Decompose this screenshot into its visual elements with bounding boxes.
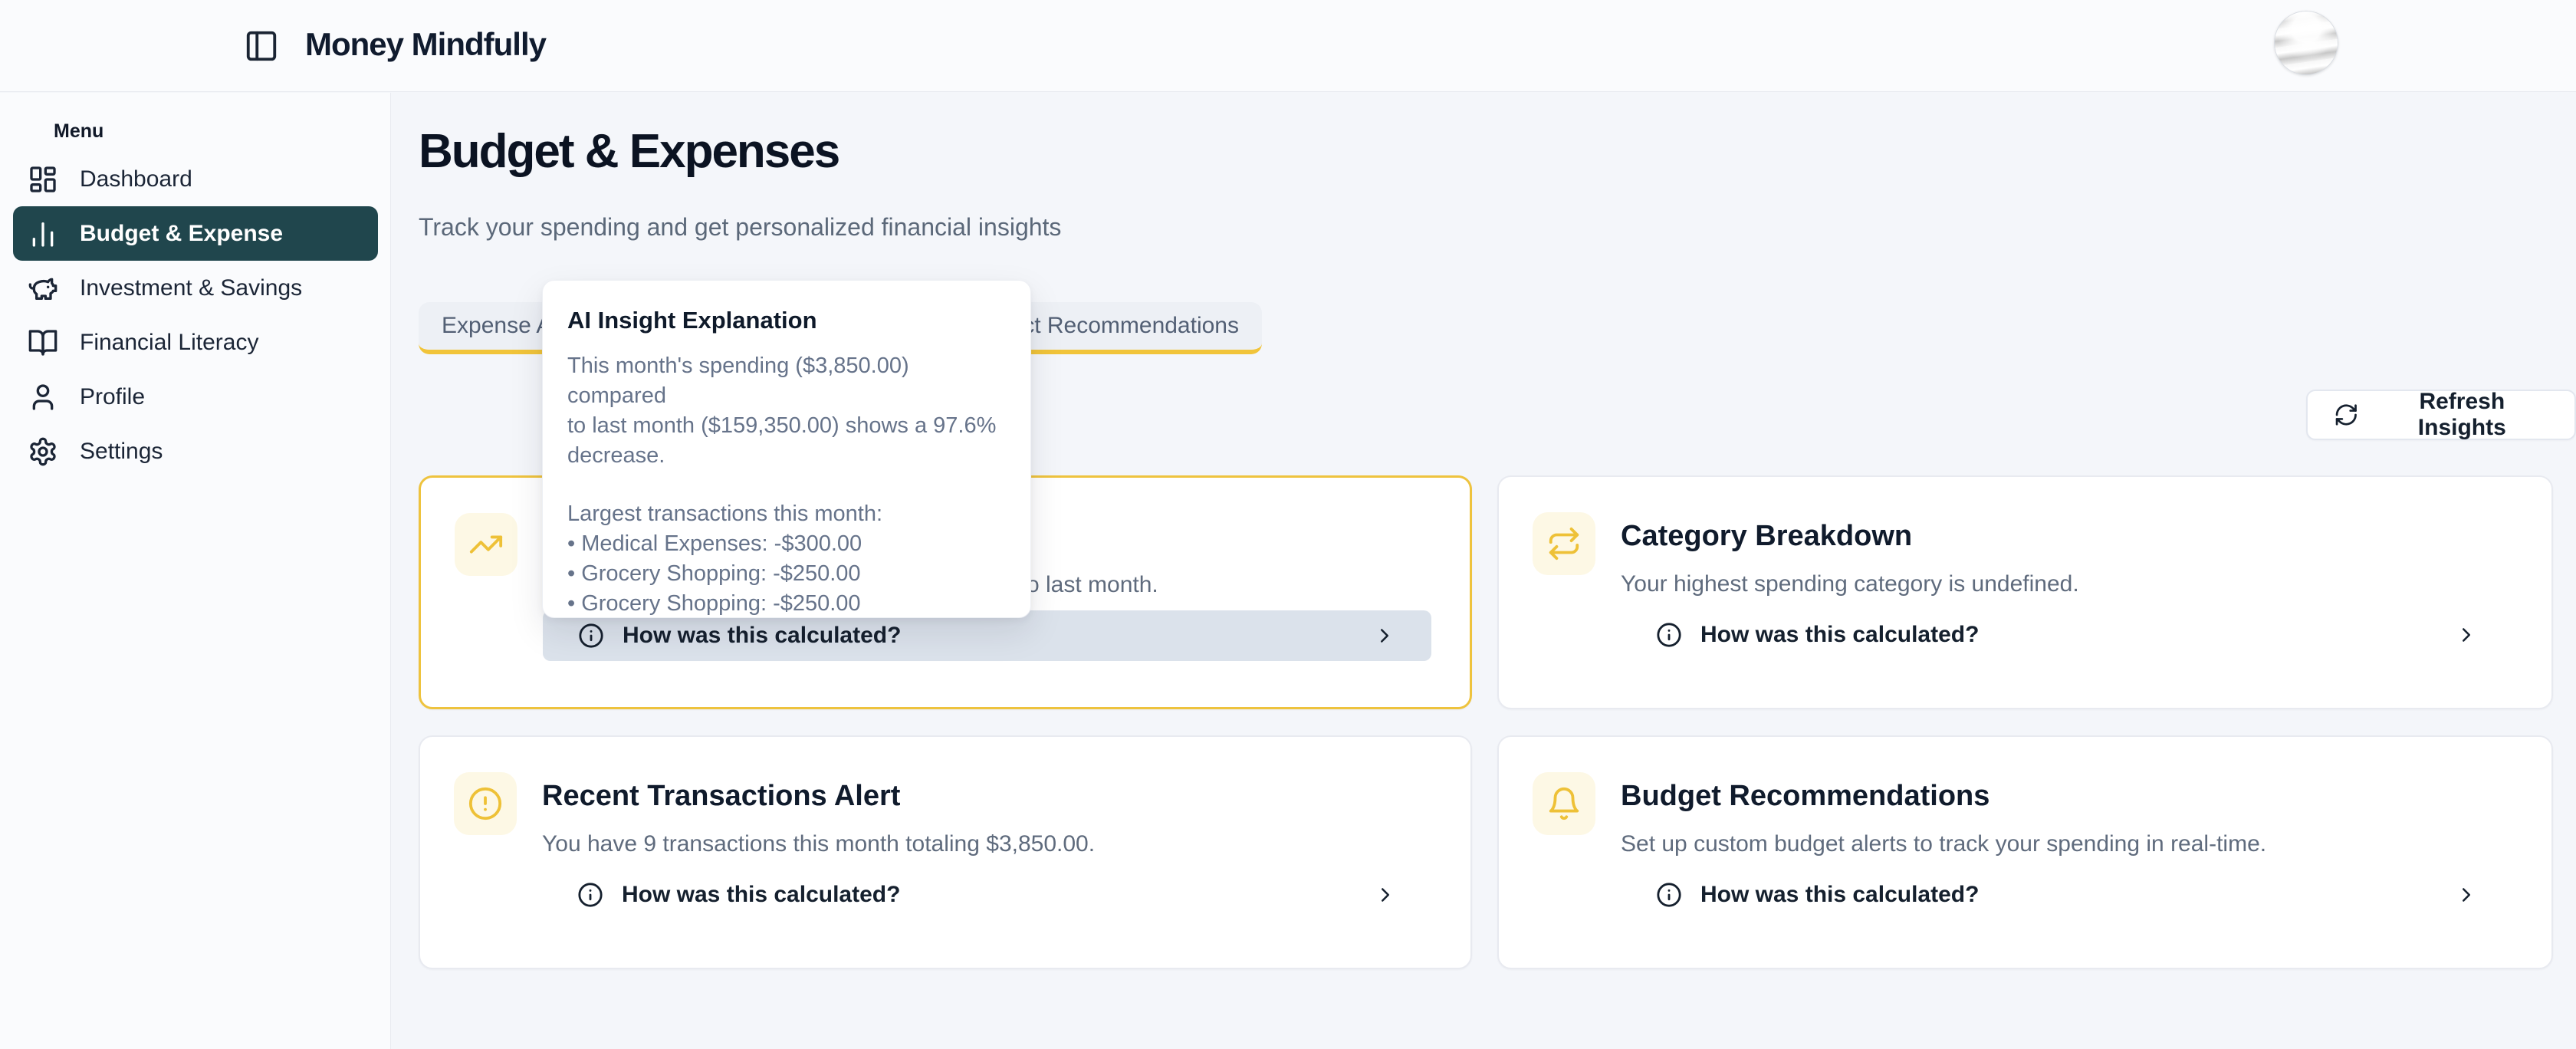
how-calculated-label: How was this calculated? — [622, 882, 900, 908]
sidebar-item-dashboard[interactable]: Dashboard — [13, 152, 378, 206]
card-title: Category Breakdown — [1621, 520, 2513, 553]
card-icon-badge — [454, 772, 517, 835]
sidebar-item-profile[interactable]: Profile — [13, 370, 378, 424]
chevron-right-icon — [1374, 883, 1397, 906]
how-calculated-label: How was this calculated? — [1700, 622, 1979, 648]
card-icon-badge — [1533, 512, 1595, 575]
info-icon — [1656, 882, 1682, 908]
card-recent-transactions-alert: Recent Transactions Alert You have 9 tra… — [419, 735, 1472, 969]
info-icon — [577, 882, 603, 908]
app-title: Money Mindfully — [305, 26, 546, 63]
card-title: Recent Transactions Alert — [542, 780, 1432, 813]
book-open-icon — [28, 327, 58, 358]
alert-circle-icon — [468, 786, 503, 821]
how-calculated-button[interactable]: How was this calculated? — [1621, 870, 2513, 920]
card-description: You have 9 transactions this month total… — [542, 831, 1432, 857]
how-calculated-button[interactable]: How was this calculated? — [1621, 610, 2513, 660]
how-calculated-button[interactable]: How was this calculated? — [542, 870, 1432, 920]
chevron-right-icon — [2455, 623, 2478, 646]
sidebar-item-settings[interactable]: Settings — [13, 424, 378, 478]
sidebar-item-label: Budget & Expense — [80, 221, 283, 247]
bell-icon — [1546, 786, 1582, 821]
sidebar-menu-label: Menu — [54, 120, 104, 143]
sidebar-item-label: Investment & Savings — [80, 275, 302, 301]
sidebar-item-investment-savings[interactable]: Investment & Savings — [13, 261, 378, 315]
tooltip-summary: This month's spending ($3,850.00) compar… — [567, 351, 1006, 471]
ai-insight-tooltip: AI Insight Explanation This month's spen… — [542, 280, 1031, 618]
tooltip-transactions: Largest transactions this month: • Medic… — [567, 499, 1006, 619]
how-calculated-label: How was this calculated? — [623, 623, 901, 649]
refresh-icon — [2334, 402, 2359, 428]
refresh-insights-label: Refresh Insights — [2376, 389, 2548, 441]
sidebar-nav: Dashboard Budget & Expense Investment & … — [0, 152, 391, 478]
info-icon — [1656, 622, 1682, 648]
page-title: Budget & Expenses — [419, 124, 839, 179]
sidebar-item-label: Dashboard — [80, 166, 192, 192]
card-budget-recommendations: Budget Recommendations Set up custom bud… — [1497, 735, 2553, 969]
card-title: Budget Recommendations — [1621, 780, 2513, 813]
sidebar-toggle-button[interactable] — [244, 28, 279, 64]
card-icon-badge — [455, 513, 518, 576]
chevron-right-icon — [1373, 624, 1396, 647]
how-calculated-label: How was this calculated? — [1700, 882, 1979, 908]
user-avatar[interactable] — [2274, 11, 2338, 75]
sidebar-item-label: Settings — [80, 439, 163, 465]
chevron-right-icon — [2455, 883, 2478, 906]
refresh-insights-button[interactable]: Refresh Insights — [2306, 390, 2576, 440]
trending-up-icon — [468, 527, 504, 562]
gear-icon — [28, 436, 58, 467]
page-subtitle: Track your spending and get personalized… — [419, 213, 1061, 242]
sidebar-item-financial-literacy[interactable]: Financial Literacy — [13, 315, 378, 370]
piggy-bank-icon — [28, 273, 58, 304]
card-description: Set up custom budget alerts to track you… — [1621, 831, 2513, 857]
card-category-breakdown: Category Breakdown Your highest spending… — [1497, 475, 2553, 709]
card-description: Your highest spending category is undefi… — [1621, 571, 2513, 597]
bar-chart-icon — [28, 219, 58, 249]
sidebar-item-budget-expense[interactable]: Budget & Expense — [13, 206, 378, 261]
tooltip-title: AI Insight Explanation — [567, 307, 1006, 334]
info-icon — [578, 623, 604, 649]
user-icon — [28, 382, 58, 413]
sidebar-item-label: Profile — [80, 384, 145, 410]
sidebar: Menu Dashboard Budget & Expense Investme… — [0, 93, 391, 1049]
repeat-icon — [1546, 526, 1582, 561]
card-icon-badge — [1533, 772, 1595, 835]
panel-left-icon — [244, 28, 279, 64]
sidebar-item-label: Financial Literacy — [80, 330, 258, 356]
dashboard-icon — [28, 164, 58, 195]
app-header: Money Mindfully — [0, 0, 2576, 92]
